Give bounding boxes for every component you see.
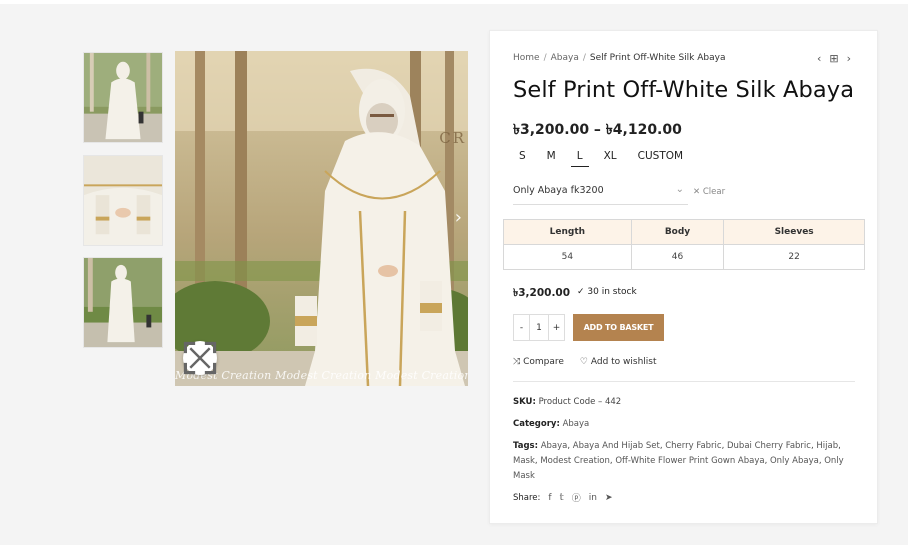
- tag-link[interactable]: Cherry Fabric: [665, 441, 721, 451]
- product-navigation: ‹ ⊞ ›: [817, 52, 851, 65]
- tag-link[interactable]: Abaya And Hijab Set: [573, 441, 660, 451]
- spec-header-length: Length: [503, 219, 632, 245]
- expand-icon: [183, 341, 217, 375]
- product-actions: ⤨ Compare ♡ Add to wishlist: [513, 357, 657, 367]
- variation-select-value: Only Abaya fk3200: [513, 185, 604, 196]
- twitter-icon[interactable]: 𝕥: [560, 493, 564, 503]
- compare-icon: ⤨: [513, 357, 521, 367]
- breadcrumb-current: Self Print Off-White Silk Abaya: [589, 53, 726, 63]
- image-next-arrow-icon[interactable]: ›: [455, 207, 462, 228]
- tags-row: Tags: Abaya, Abaya And Hijab Set, Cherry…: [513, 441, 844, 481]
- prev-product-icon[interactable]: ‹: [817, 52, 821, 65]
- heart-icon: ♡: [579, 357, 588, 367]
- size-spec-table: Length Body Sleeves 54 46 22: [503, 219, 865, 270]
- thumbnail-3[interactable]: [83, 257, 163, 348]
- next-product-icon[interactable]: ›: [847, 52, 851, 65]
- grid-icon[interactable]: ⊞: [829, 52, 838, 65]
- add-to-basket-button[interactable]: ADD TO BASKET: [573, 314, 664, 341]
- price-range: ৳3,200.00 – ৳4,120.00: [513, 122, 682, 138]
- spec-value-sleeves: 22: [723, 244, 865, 270]
- product-title: Self Print Off-White Silk Abaya: [513, 77, 855, 103]
- spec-value-length: 54: [503, 244, 632, 270]
- tag-link[interactable]: Hijab: [816, 441, 838, 451]
- size-option-l[interactable]: L: [570, 149, 589, 167]
- breadcrumb-category[interactable]: Abaya: [551, 53, 579, 63]
- sku-row: SKU: Product Code – 442: [513, 397, 622, 407]
- quantity-stepper: - 1 +: [513, 314, 565, 341]
- facebook-icon[interactable]: f: [548, 493, 551, 503]
- tag-link[interactable]: Off-White Flower Print Gown Abaya: [615, 456, 764, 466]
- sku-value: Product Code – 442: [538, 397, 622, 407]
- close-icon: ✕: [693, 187, 701, 197]
- tag-link[interactable]: Mask: [513, 456, 535, 466]
- breadcrumb: Home / Abaya / Self Print Off-White Silk Aba…: [513, 53, 726, 63]
- thumbnail-2[interactable]: [83, 155, 163, 246]
- product-summary-card: Home / Abaya / Self Print Off-White Silk Aba…: [489, 30, 878, 524]
- category-row: Category: Abaya: [513, 419, 590, 429]
- compare-link[interactable]: ⤨ Compare: [513, 357, 564, 367]
- divider: [513, 381, 855, 382]
- category-link[interactable]: Abaya: [563, 419, 590, 429]
- size-option-xl[interactable]: XL: [598, 149, 623, 167]
- size-option-custom[interactable]: CUSTOM: [632, 149, 689, 167]
- spec-header-body: Body: [630, 219, 725, 245]
- linkedin-icon[interactable]: in: [589, 493, 597, 503]
- wishlist-link[interactable]: ♡ Add to wishlist: [580, 357, 657, 367]
- tag-link[interactable]: Modest Creation: [540, 456, 610, 466]
- check-icon: ✓: [577, 287, 585, 297]
- variation-price: ৳3,200.00: [513, 287, 571, 299]
- tag-link[interactable]: Abaya: [541, 441, 568, 451]
- main-product-image[interactable]: CR › Modest Creation Modest Creation Mod…: [175, 51, 468, 386]
- clear-selection-link[interactable]: ✕ Clear: [693, 187, 725, 197]
- size-option-m[interactable]: M: [541, 149, 562, 167]
- top-strip: [0, 0, 908, 4]
- size-option-s[interactable]: S: [513, 149, 532, 167]
- image-watermark-text: Modest Creation Modest Creation Modest C…: [175, 369, 468, 382]
- share-row: Share: f 𝕥 ⓟ in ➤: [513, 491, 613, 505]
- thumbnail-1[interactable]: [83, 52, 163, 143]
- variation-select[interactable]: Only Abaya fk3200 ⌄: [513, 182, 688, 205]
- brand-watermark-logo: CR: [439, 129, 466, 147]
- breadcrumb-home[interactable]: Home: [513, 53, 540, 63]
- quantity-increase-button[interactable]: +: [549, 315, 564, 340]
- spec-value-body: 46: [630, 244, 725, 270]
- tag-link[interactable]: Dubai Cherry Fabric: [727, 441, 811, 451]
- telegram-icon[interactable]: ➤: [605, 493, 613, 503]
- quantity-decrease-button[interactable]: -: [514, 315, 529, 340]
- product-photo: [175, 51, 468, 386]
- pinterest-icon[interactable]: ⓟ: [572, 491, 581, 504]
- spec-header-sleeves: Sleeves: [723, 219, 865, 245]
- stock-status: ✓ 30 in stock: [577, 287, 637, 297]
- tag-link[interactable]: Only Abaya: [770, 456, 819, 466]
- zoom-button[interactable]: [183, 341, 217, 375]
- size-swatches: S M L XL CUSTOM: [513, 149, 698, 167]
- chevron-down-icon: ⌄: [675, 184, 684, 195]
- quantity-input[interactable]: 1: [529, 315, 549, 340]
